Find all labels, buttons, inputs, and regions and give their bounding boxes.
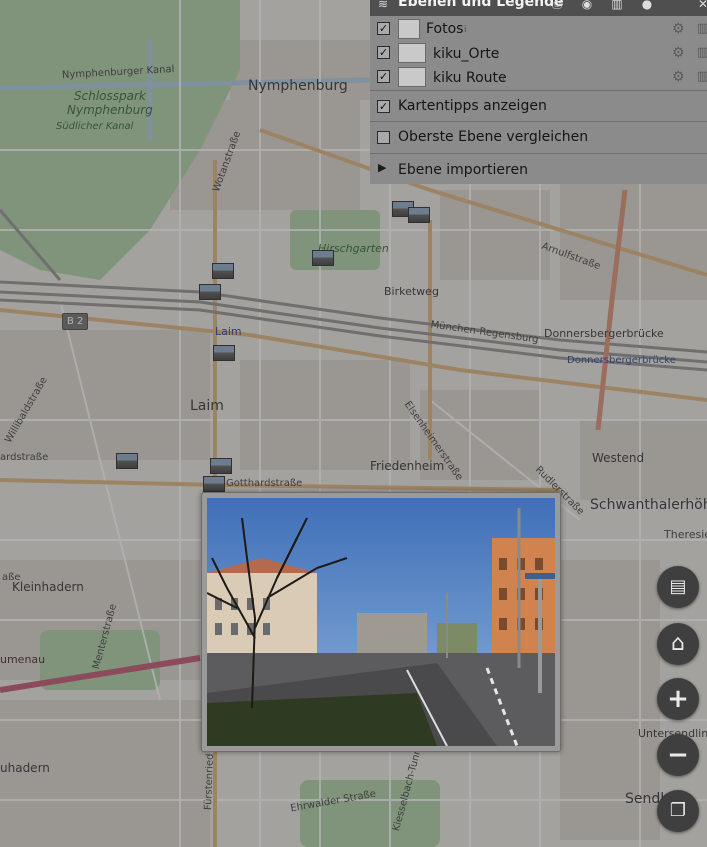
photo-popup[interactable] (201, 492, 561, 752)
photo-marker[interactable] (408, 207, 430, 223)
label-gotthardstrasse: Gotthardstraße (226, 478, 303, 489)
photo-marker[interactable] (116, 453, 138, 469)
layer-name-kiku-route[interactable]: kiku Route (433, 70, 507, 86)
photo-marker[interactable] (199, 284, 221, 300)
expand-arrow-icon[interactable]: ▶ (378, 161, 386, 174)
option-oberste-ebene[interactable]: Oberste Ebene vergleichen (370, 122, 707, 152)
layer-legend-thumb-fotos (398, 19, 420, 39)
label-kleinhadern: Kleinhadern (12, 580, 84, 594)
eye-icon[interactable]: ◉ (580, 0, 594, 11)
layers-button[interactable]: ❐ (657, 790, 699, 832)
gear-icon[interactable]: ⚙ (672, 69, 685, 85)
popup-photo[interactable] (207, 498, 555, 746)
label-westend: Westend (592, 451, 645, 465)
layer-info-icon[interactable]: i (502, 74, 505, 84)
road-shield-b2: B 2 (62, 313, 89, 330)
label-birketweg: Birketweg (384, 285, 439, 298)
layer-checkbox-kiku-route[interactable]: ✓ (377, 70, 390, 83)
layer-checkbox-kiku-orte[interactable]: ✓ (377, 46, 390, 59)
label-friedenheim: Friedenheim (370, 459, 445, 473)
zoom-out-button[interactable]: − (657, 734, 699, 776)
oberste-ebene-label[interactable]: Oberste Ebene vergleichen (398, 129, 588, 145)
label-laim-station: Laim (215, 325, 242, 338)
label-theresie: Theresie (664, 528, 707, 541)
photo-marker[interactable] (312, 250, 334, 266)
label-uhadern: uhadern (0, 761, 50, 775)
layer-legend-thumb-kiku-orte (398, 43, 426, 63)
layer-legend-thumb-kiku-route (398, 67, 426, 87)
label-fuerstenried: Fürstenried (203, 753, 216, 811)
oberste-ebene-checkbox[interactable] (377, 131, 390, 144)
zoom-in-button[interactable]: + (657, 678, 699, 720)
layer-row-fotos: ✓ Fotos i ⚙ ▥ (370, 17, 707, 41)
trash-icon[interactable]: ▥ (697, 45, 707, 60)
layer-name-kiku-orte[interactable]: kiku_Orte (433, 46, 499, 62)
layer-info-icon[interactable]: i (496, 50, 499, 60)
legend-button[interactable]: ▤ (657, 566, 699, 608)
option-ebene-importieren[interactable]: ▶ Ebene importieren (370, 154, 707, 184)
trash-icon[interactable]: ▥ (697, 69, 707, 84)
gear-icon[interactable]: ⚙ (672, 21, 685, 37)
kartentipps-label[interactable]: Kartentipps anzeigen (398, 98, 547, 114)
close-icon[interactable]: ✕ (696, 0, 707, 11)
label-laim: Laim (190, 398, 224, 414)
photo-marker[interactable] (203, 476, 225, 492)
print-icon[interactable]: ⎙ (550, 0, 564, 11)
layer-row-kiku-route: ✓ kiku Route i ⚙ ▥ (370, 65, 707, 89)
kartentipps-checkbox[interactable]: ✓ (377, 100, 390, 113)
trash-icon[interactable]: ▥ (610, 0, 624, 11)
label-hardstrasse: ardstraße (0, 452, 49, 463)
layer-name-fotos[interactable]: Fotos (426, 21, 463, 37)
label-umenau: umenau (0, 653, 46, 666)
layers-icon: ≋ (377, 0, 389, 11)
layer-panel-header: ≋ Ebenen und Legende ⎙ ◉ ▥ ● ✕ (370, 0, 707, 16)
info-icon[interactable]: ● (640, 0, 654, 11)
layer-info-icon[interactable]: i (464, 25, 467, 35)
photo-marker[interactable] (213, 345, 235, 361)
label-schlosspark-nymphenburg: Nymphenburg (67, 103, 153, 117)
gear-icon[interactable]: ⚙ (672, 45, 685, 61)
photo-marker[interactable] (210, 458, 232, 474)
label-schlosspark: Schlosspark (74, 89, 146, 103)
trash-icon[interactable]: ▥ (697, 21, 707, 36)
label-donnersbergerbruecke-station: Donnersbergerbrücke (567, 355, 676, 366)
ebene-importieren-label[interactable]: Ebene importieren (398, 162, 528, 178)
photo-marker[interactable] (212, 263, 234, 279)
home-button[interactable]: ⌂ (657, 623, 699, 665)
layer-checkbox-fotos[interactable]: ✓ (377, 22, 390, 35)
layer-panel-title: Ebenen und Legende (398, 0, 564, 10)
label-suedlicher-kanal: Südlicher Kanal (56, 121, 134, 132)
layer-panel: ≋ Ebenen und Legende ⎙ ◉ ▥ ● ✕ ✓ Fotos i… (370, 0, 707, 184)
layer-row-kiku-orte: ✓ kiku_Orte i ⚙ ▥ (370, 41, 707, 65)
option-kartentipps[interactable]: ✓ Kartentipps anzeigen (370, 91, 707, 121)
label-donnersbergerbruecke: Donnersbergerbrücke (544, 327, 664, 340)
label-schwanthalerhoehe: Schwanthalerhöh (590, 497, 707, 513)
label-nymphenburg: Nymphenburg (248, 78, 348, 94)
